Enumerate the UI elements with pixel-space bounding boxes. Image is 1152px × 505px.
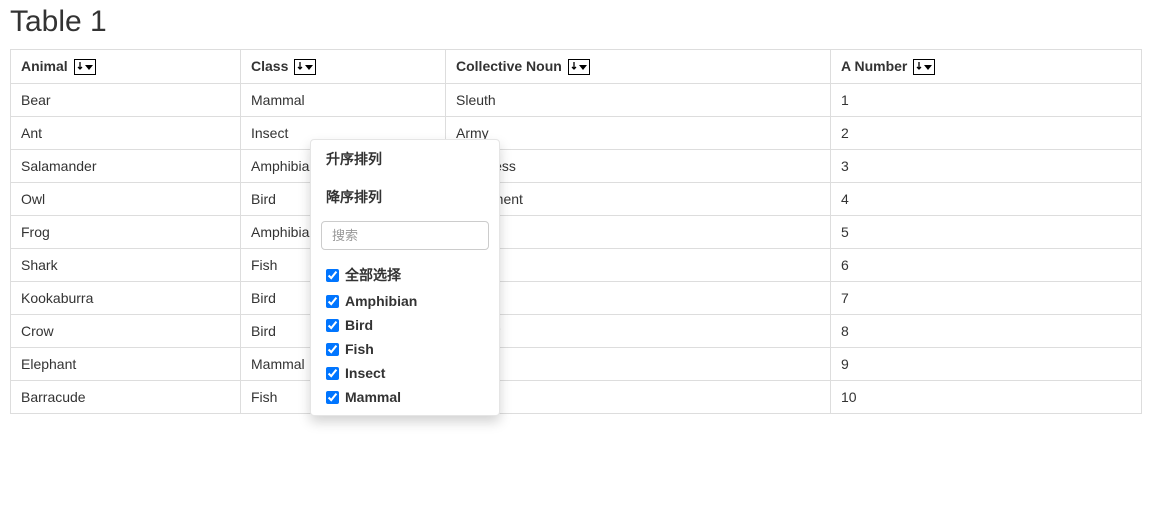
data-table: Animal Class xyxy=(10,49,1142,414)
cell-animal: Kookaburra xyxy=(11,282,241,315)
table-row: KookaburraBirdCackle7 xyxy=(11,282,1142,315)
cell-noun: Gam xyxy=(446,249,831,282)
filter-icon xyxy=(77,61,93,73)
filter-label: Insect xyxy=(345,365,385,381)
cell-noun: Murder xyxy=(446,315,831,348)
table-row: BarracudeFishGrist10 xyxy=(11,381,1142,414)
cell-animal: Shark xyxy=(11,249,241,282)
table-row: ElephantMammalHerd9 xyxy=(11,348,1142,381)
cell-noun: Herd xyxy=(446,348,831,381)
filter-label: Amphibian xyxy=(345,293,417,309)
filter-list[interactable]: 全部选择 Amphibian Bird Fish Insect Mammal xyxy=(311,255,499,415)
filter-label: Bird xyxy=(345,317,373,333)
cell-num: 3 xyxy=(831,150,1142,183)
filter-checkbox[interactable] xyxy=(326,343,339,356)
col-header-number: A Number xyxy=(831,50,1142,84)
col-label: A Number xyxy=(841,58,907,74)
cell-class: Mammal xyxy=(241,84,446,117)
cell-noun: Cackle xyxy=(446,282,831,315)
filter-item[interactable]: Bird xyxy=(326,313,499,337)
filter-button-class[interactable] xyxy=(294,59,316,75)
select-all-checkbox[interactable] xyxy=(326,269,339,282)
col-header-animal: Animal xyxy=(11,50,241,84)
col-label: Animal xyxy=(21,58,68,74)
table-row: Crow Bird Murder8 xyxy=(11,315,1142,348)
cell-noun: Congress xyxy=(446,150,831,183)
filter-checkbox[interactable] xyxy=(326,295,339,308)
cell-animal: Ant xyxy=(11,117,241,150)
select-all-label: 全部选择 xyxy=(345,265,401,285)
filter-item[interactable]: Fish xyxy=(326,337,499,361)
sort-asc-option[interactable]: 升序排列 xyxy=(311,140,499,178)
filter-button-animal[interactable] xyxy=(74,59,96,75)
cell-num: 9 xyxy=(831,348,1142,381)
cell-animal: Owl xyxy=(11,183,241,216)
table-row: OwlBirdParliament4 xyxy=(11,183,1142,216)
filter-item[interactable]: Mammal xyxy=(326,385,499,409)
filter-label: Mammal xyxy=(345,389,401,405)
search-box xyxy=(311,216,499,255)
filter-button-noun[interactable] xyxy=(568,59,590,75)
cell-num: 2 xyxy=(831,117,1142,150)
cell-noun: Army xyxy=(446,117,831,150)
cell-animal: Frog xyxy=(11,216,241,249)
filter-icon xyxy=(571,61,587,73)
filter-checkbox[interactable] xyxy=(326,391,339,404)
col-label: Class xyxy=(251,58,288,74)
table-row: FrogAmphibianArmy5 xyxy=(11,216,1142,249)
filter-item[interactable]: Insect xyxy=(326,361,499,385)
col-header-class: Class xyxy=(241,50,446,84)
table-row: BearMammalSleuth1 xyxy=(11,84,1142,117)
col-header-noun: Collective Noun xyxy=(446,50,831,84)
filter-label: Fish xyxy=(345,341,374,357)
cell-animal: Salamander xyxy=(11,150,241,183)
sort-desc-option[interactable]: 降序排列 xyxy=(311,178,499,216)
filter-icon xyxy=(297,61,313,73)
filter-icon xyxy=(916,61,932,73)
cell-num: 10 xyxy=(831,381,1142,414)
table-row: AntInsectArmy2 xyxy=(11,117,1142,150)
cell-num: 7 xyxy=(831,282,1142,315)
filter-checkbox[interactable] xyxy=(326,319,339,332)
cell-animal: Elephant xyxy=(11,348,241,381)
cell-noun: Parliament xyxy=(446,183,831,216)
cell-num: 8 xyxy=(831,315,1142,348)
table-row: SalamanderAmphibianCongress3 xyxy=(11,150,1142,183)
cell-num: 1 xyxy=(831,84,1142,117)
cell-animal: Crow xyxy=(11,315,241,348)
page-title: Table 1 xyxy=(10,5,1142,39)
col-label: Collective Noun xyxy=(456,58,562,74)
cell-noun: Grist xyxy=(446,381,831,414)
cell-num: 6 xyxy=(831,249,1142,282)
filter-checkbox[interactable] xyxy=(326,367,339,380)
filter-button-number[interactable] xyxy=(913,59,935,75)
cell-animal: Barracude xyxy=(11,381,241,414)
filter-dropdown: 升序排列 降序排列 全部选择 Amphibian Bird Fish xyxy=(310,139,500,416)
cell-animal: Bear xyxy=(11,84,241,117)
cell-num: 5 xyxy=(831,216,1142,249)
filter-item-select-all[interactable]: 全部选择 xyxy=(326,261,499,289)
table-row: SharkFishGam6 xyxy=(11,249,1142,282)
cell-noun: Sleuth xyxy=(446,84,831,117)
cell-num: 4 xyxy=(831,183,1142,216)
cell-noun: Army xyxy=(446,216,831,249)
search-input[interactable] xyxy=(321,221,489,250)
filter-item[interactable]: Amphibian xyxy=(326,289,499,313)
